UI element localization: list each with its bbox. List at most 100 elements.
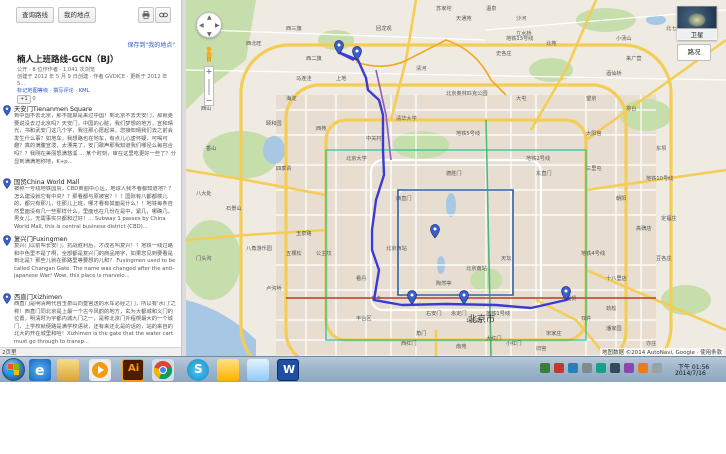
illustrator-icon[interactable]: Ai — [122, 359, 144, 381]
plus-one-count: 0 — [32, 96, 36, 102]
map-place-label: 十八里店 — [606, 274, 627, 282]
place-description: 被称一号线地铁国贸，CBD商圈中心区，地球人我不看都知道地？？怎么建设就它有中央… — [14, 186, 174, 230]
map-place-label: 八大处 — [196, 189, 212, 197]
map-place-label: 公主坟 — [316, 249, 332, 257]
map-place-label: 大红门 — [486, 334, 502, 342]
map-place-label: 太阳宫 — [586, 129, 602, 137]
map-place-label: 丰台区 — [356, 314, 372, 322]
map-place-label: 天坛 — [501, 255, 511, 262]
map-place-label: 小汤山 — [616, 34, 632, 42]
map-place-label: 门头沟 — [196, 254, 212, 262]
pan-right-icon[interactable]: ▶ — [215, 22, 220, 29]
map-place-label: 西三旗 — [286, 24, 302, 32]
map-canvas[interactable]: 上庄西北旺西三旗回龙观天通苑清河史各庄立水桥北苑望京大屯上地西二旗西苑中关村北京… — [186, 0, 726, 356]
place-description: 到中国不去北京，那不能算是来过中国！到北京不去天安门，那就更要说没去过北京吗？天… — [14, 113, 177, 165]
map-place-label: 地铁5号线 — [456, 129, 480, 137]
skype-icon[interactable]: S — [187, 359, 209, 381]
map-title: 楠人上班路线-GCN（BJ） — [17, 55, 119, 65]
print-button[interactable] — [138, 7, 154, 23]
map-place-label: 豆各庄 — [656, 254, 672, 262]
outlook-icon[interactable] — [217, 359, 239, 381]
taskbar: e Ai S W — [0, 356, 726, 382]
map-place-label: 卢沟桥 — [266, 284, 282, 292]
tray-icon[interactable] — [568, 363, 578, 373]
map-place-label: 回龙观 — [376, 24, 392, 32]
media-player-icon[interactable] — [89, 359, 111, 381]
map-place-label: 中关村 — [366, 134, 382, 142]
sidebar-scroll-area[interactable]: 2页里 — [0, 347, 181, 356]
link-button[interactable] — [155, 7, 171, 23]
map-place-label: 上地 — [336, 74, 346, 82]
map-place-label: 旧宫 — [536, 344, 546, 352]
map-place-label: 东坝 — [656, 144, 666, 152]
sidebar-panel: 查询路线 我的地点 保存到"我的地点" 楠人上班路线-GCN（BJ） 公开 · … — [0, 0, 182, 356]
map-pin-icon — [3, 178, 11, 189]
map-place-label: 高碑店 — [636, 224, 652, 232]
map-place-label: 清华大学 — [396, 114, 417, 122]
tray-icon[interactable] — [638, 363, 648, 373]
map-place-label: 北京大学 — [346, 154, 367, 162]
meta-author: 创建于 2012 年 5 月 9 日创建 · 作者 GVDICE · 更新于 2… — [17, 74, 168, 87]
network-icon[interactable] — [610, 363, 620, 373]
zoom-control[interactable]: + − — [204, 66, 214, 106]
map-place-label: 香山 — [206, 144, 216, 152]
blank-area — [0, 382, 726, 454]
place-name[interactable]: 复兴门Fuxingmen — [14, 234, 68, 243]
satellite-toggle[interactable]: 卫星 — [677, 28, 717, 40]
chrome-icon[interactable] — [152, 359, 174, 381]
zoom-in-button[interactable]: + — [205, 67, 213, 77]
map-attribution[interactable]: 地图数据 ©2014 AutoNavi, Google · 使用条款 — [600, 348, 725, 356]
map-place-label: 沙河 — [516, 14, 526, 22]
map-place-label: 望京 — [586, 94, 596, 102]
map-place-label: 酒仙桥 — [606, 69, 622, 77]
map-place-label: 北京西站 — [386, 244, 407, 252]
map-place-label: 东直门 — [536, 169, 552, 177]
my-places-button[interactable]: 我的地点 — [58, 7, 96, 23]
svg-text:e: e — [35, 363, 45, 379]
tray-icon[interactable] — [652, 363, 662, 373]
pan-left-icon[interactable]: ◀ — [199, 22, 204, 29]
zoom-out-button[interactable]: − — [205, 96, 213, 106]
tray-icon[interactable] — [596, 363, 606, 373]
map-place-label: 海淀 — [286, 94, 297, 102]
tray-icon[interactable] — [540, 363, 550, 373]
map-place-label: 西红门 — [401, 339, 417, 347]
map-pin-icon — [3, 235, 11, 246]
link-icon — [158, 12, 168, 18]
folder-icon[interactable] — [57, 359, 79, 381]
plus-one-button[interactable]: +1 — [17, 95, 31, 104]
meta-links[interactable]: 标记地图等级 · 撰写评论 · KML — [17, 88, 177, 95]
map-place-label: 将台 — [626, 104, 636, 112]
map-meta: 公开 · 8 位作作者 · 1,041 次浏览 创建于 2012 年 5 月 9… — [17, 67, 177, 104]
pan-down-icon[interactable]: ▼ — [207, 31, 212, 38]
word-icon[interactable]: W — [277, 359, 299, 381]
place-name[interactable]: 西直门Xizhimen — [14, 292, 62, 301]
map-place-label: 角门 — [416, 329, 426, 337]
map-place-label: 北苑 — [546, 39, 556, 47]
map-place-label: 陶然亭 — [436, 279, 452, 287]
zoom-slider-track[interactable] — [208, 79, 210, 95]
save-to-my-places-link[interactable]: 保存到"我的地点" — [127, 40, 175, 49]
tray-icon[interactable] — [554, 363, 564, 373]
page-indicator: 2页里 — [2, 350, 17, 356]
clock-date[interactable]: 2014/7/16 — [675, 370, 706, 377]
pegman-icon[interactable] — [204, 46, 214, 62]
place-name[interactable]: 国贸China World Mall — [14, 177, 79, 186]
map-place-label: 西二旗 — [306, 54, 322, 62]
volume-icon[interactable] — [624, 363, 634, 373]
start-button[interactable] — [2, 358, 25, 381]
pan-up-icon[interactable]: ▲ — [207, 14, 212, 21]
map-place-label: 八角游乐园 — [246, 244, 272, 252]
traffic-toggle[interactable]: 路况 — [677, 44, 711, 61]
map-place-label: 马连洼 — [296, 74, 312, 82]
pan-control[interactable]: ▲ ▼ ◀ ▶ — [196, 12, 222, 38]
map-place-label: 南苑 — [456, 342, 466, 350]
map-place-label: 三里屯 — [586, 164, 602, 172]
map-place-label: 石景山 — [226, 204, 242, 212]
notes-icon[interactable] — [247, 359, 269, 381]
place-name[interactable]: 天安门Tienanmen Square — [14, 104, 92, 113]
tray-icon[interactable] — [582, 363, 592, 373]
directions-button[interactable]: 查询路线 — [16, 7, 54, 23]
internet-explorer-icon[interactable]: e — [29, 359, 51, 381]
map-place-label: 看丹 — [356, 274, 366, 282]
